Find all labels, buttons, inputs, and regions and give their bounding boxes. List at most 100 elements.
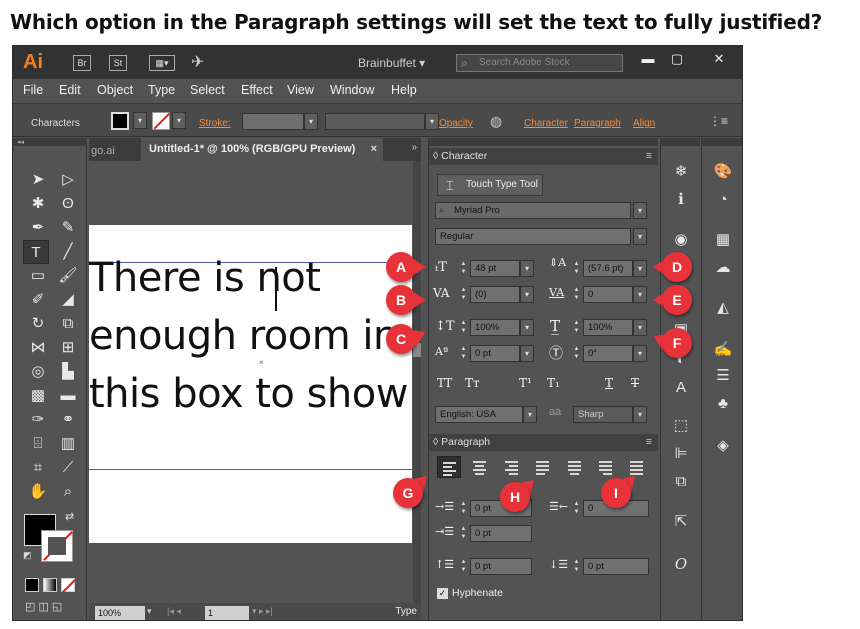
first-line-indent-field[interactable]: 0 pt xyxy=(470,525,532,542)
color-guide-icon[interactable]: ◔ xyxy=(708,188,738,212)
symbol-sprayer-tool-icon[interactable]: ⌹ xyxy=(25,432,51,456)
menu-file[interactable]: File xyxy=(23,83,43,97)
type-tool-icon[interactable]: T xyxy=(23,240,49,264)
layers-icon[interactable]: ◈ xyxy=(708,434,738,458)
width-tool-icon[interactable]: ⋈ xyxy=(25,336,51,360)
draw-mode-icon[interactable]: ◰ ◫ ◱ xyxy=(25,600,62,613)
leading-field[interactable]: (57.6 pt) xyxy=(583,260,633,277)
menu-select[interactable]: Select xyxy=(190,83,225,97)
pathfinder-icon[interactable]: ⧉ xyxy=(666,470,696,494)
control-menu-icon[interactable]: ⋮≡ xyxy=(709,114,728,128)
magic-wand-tool-icon[interactable]: ✱ xyxy=(25,192,51,216)
zoom-tool-icon[interactable]: ⌕ xyxy=(55,480,81,504)
rotate-tool-icon[interactable]: ↻ xyxy=(25,312,51,336)
justify-last-center-button[interactable] xyxy=(563,456,587,478)
variable-width-dropdown[interactable]: ▾ xyxy=(425,113,439,130)
blend-tool-icon[interactable]: ⚭ xyxy=(55,408,81,432)
lasso-tool-icon[interactable]: ʘ xyxy=(55,192,81,216)
zoom-dropdown[interactable]: ▾ xyxy=(147,606,152,617)
selection-tool-icon[interactable]: ➤ xyxy=(25,168,51,192)
menu-lines-icon[interactable]: ☰ xyxy=(708,364,738,388)
graph-tool-icon[interactable]: ▥ xyxy=(55,432,81,456)
stock-search-input[interactable]: ⌕ Search Adobe Stock xyxy=(456,54,623,72)
color-mode-icon[interactable] xyxy=(25,578,39,592)
artboard-number-field[interactable]: 1 xyxy=(205,606,249,620)
rectangle-tool-icon[interactable]: ▭ xyxy=(25,264,51,288)
curvature-tool-icon[interactable]: ✎ xyxy=(55,216,81,240)
color-wedge-icon[interactable]: ◭ xyxy=(708,296,738,320)
horizontal-scale-field[interactable]: 100% xyxy=(583,319,633,336)
menu-help[interactable]: Help xyxy=(391,83,417,97)
paintbrush-tool-icon[interactable]: 🖌 xyxy=(55,264,81,288)
left-indent-stepper[interactable]: ▲ ▼ xyxy=(459,500,468,517)
direct-selection-tool-icon[interactable]: ▷ xyxy=(55,168,81,192)
small-caps-icon[interactable]: Tᴛ xyxy=(465,376,480,390)
recolor-icon[interactable]: ◍ xyxy=(490,113,502,130)
minimize-button[interactable]: ▬ xyxy=(634,50,662,68)
first-artboard-icon[interactable]: |◂ ◂ xyxy=(167,606,181,617)
stock-button[interactable]: St xyxy=(109,55,127,71)
paragraph-panel-header[interactable]: ◊ Paragraph ≡ xyxy=(429,434,658,451)
space-before-stepper[interactable]: ▲ ▼ xyxy=(459,558,468,575)
scale-tool-icon[interactable]: ⧉ xyxy=(55,312,81,336)
horizontal-scale-stepper[interactable]: ▲ ▼ xyxy=(572,319,581,336)
arrange-documents-icon[interactable]: ▦▾ xyxy=(149,55,175,71)
antialias-field[interactable]: Sharp xyxy=(573,406,633,423)
close-button[interactable]: ✕ xyxy=(699,50,739,68)
creative-cloud-libraries-icon[interactable]: ☁ xyxy=(708,256,738,280)
align-panel-icon[interactable]: ⊫ xyxy=(666,442,696,466)
brushes-icon[interactable]: ✍ xyxy=(708,338,738,362)
appearance-icon[interactable]: ◉ xyxy=(666,228,696,252)
language-dropdown[interactable]: ▾ xyxy=(523,406,537,423)
perspective-grid-tool-icon[interactable]: ▙ xyxy=(55,360,81,384)
character-rotation-stepper[interactable]: ▲ ▼ xyxy=(572,345,581,362)
first-line-indent-stepper[interactable]: ▲ ▼ xyxy=(459,525,468,542)
right-indent-stepper[interactable]: ▲ ▼ xyxy=(572,500,581,517)
export-icon[interactable]: ⇱ xyxy=(666,510,696,534)
stroke-color-box[interactable] xyxy=(41,530,73,562)
slice-tool-icon[interactable]: ⟋ xyxy=(55,456,81,480)
zoom-field[interactable]: 100% xyxy=(95,606,145,620)
align-left-button[interactable] xyxy=(437,456,461,478)
align-right-button[interactable] xyxy=(500,456,524,478)
swatches-icon[interactable]: ▦ xyxy=(708,228,738,252)
leading-stepper[interactable]: ▲ ▼ xyxy=(572,260,581,277)
text-line-1[interactable]: There is not xyxy=(89,255,321,301)
next-artboard-icon[interactable]: ▾ ▸ ▸| xyxy=(252,606,273,617)
pen-tool-icon[interactable]: ✒ xyxy=(25,216,51,240)
menu-effect[interactable]: Effect xyxy=(241,83,273,97)
justify-last-right-button[interactable] xyxy=(594,456,618,478)
kerning-field[interactable]: (0) xyxy=(470,286,520,303)
language-field[interactable]: English: USA xyxy=(435,406,523,423)
character-rotation-field[interactable]: 0° xyxy=(583,345,633,362)
vertical-scale-stepper[interactable]: ▲ ▼ xyxy=(459,319,468,336)
fill-swatch[interactable] xyxy=(111,112,129,130)
swap-colors-icon[interactable]: ⇄ xyxy=(65,510,74,523)
shape-builder-tool-icon[interactable]: ◎ xyxy=(25,360,51,384)
stroke-weight-field[interactable] xyxy=(242,113,304,130)
default-colors-icon[interactable]: ◩ xyxy=(23,550,32,561)
info-icon[interactable]: ℹ xyxy=(666,188,696,212)
shaper-tool-icon[interactable]: ✐ xyxy=(25,288,51,312)
gradient-tool-icon[interactable]: ▬ xyxy=(55,384,81,408)
opentype-icon[interactable]: O xyxy=(666,552,696,576)
font-size-stepper[interactable]: ▲ ▼ xyxy=(459,260,468,277)
menu-object[interactable]: Object xyxy=(97,83,133,97)
hand-tool-icon[interactable]: ✋ xyxy=(25,480,51,504)
underline-icon[interactable]: T xyxy=(605,376,613,390)
kerning-stepper[interactable]: ▲ ▼ xyxy=(459,286,468,303)
tracking-stepper[interactable]: ▲ ▼ xyxy=(572,286,581,303)
tracking-dropdown[interactable]: ▾ xyxy=(633,286,647,303)
vertical-scrollbar[interactable] xyxy=(413,161,421,604)
font-size-dropdown[interactable]: ▾ xyxy=(520,260,534,277)
space-after-field[interactable]: 0 pt xyxy=(583,558,649,575)
hyphenate-checkbox[interactable]: ✓ Hyphenate xyxy=(437,587,503,599)
paragraph-link[interactable]: Paragraph xyxy=(574,118,621,129)
font-style-field[interactable]: Regular xyxy=(435,228,631,245)
font-style-dropdown[interactable]: ▾ xyxy=(633,228,647,245)
text-line-2[interactable]: enough room in xyxy=(89,313,398,359)
color-palette-icon[interactable]: 🎨 xyxy=(708,160,738,184)
subscript-icon[interactable]: T₁ xyxy=(547,376,560,390)
none-mode-icon[interactable] xyxy=(61,578,77,594)
mesh-tool-icon[interactable]: ▩ xyxy=(25,384,51,408)
